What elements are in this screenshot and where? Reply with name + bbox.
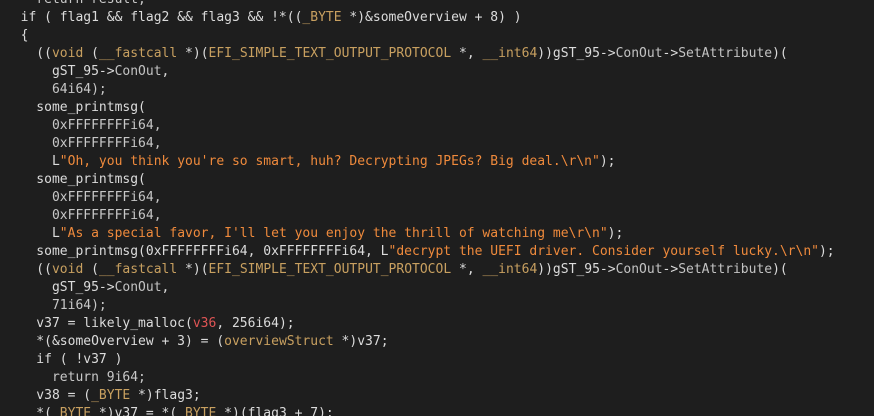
code-token: (( [5,262,52,277]
code-token: SetAttribute [678,46,773,61]
code-token: ); [607,226,624,241]
code-token: return result; [36,0,146,7]
code-line: L"As a special favor, I'll let you enjoy… [5,225,835,243]
code-token: , 256i64); [216,316,295,331]
code-lines: return result; if ( flag1 && flag2 && fl… [5,0,835,416]
code-token: L [5,154,60,169]
code-token: -> [662,262,679,277]
code-token: _BYTE [51,406,92,416]
code-line: ((void (__fastcall *)(EFI_SIMPLE_TEXT_OU… [5,45,835,63]
code-token: ConOut [114,64,162,79]
code-token: ( [83,262,99,277]
code-line: some_printmsg(0xFFFFFFFFi64, 0xFFFFFFFFi… [5,243,835,261]
code-token: )( [772,262,788,277]
code-token: some_printmsg( [5,172,146,187]
code-token: ConOut [615,46,663,61]
code-line: 0xFFFFFFFFi64, [5,117,835,135]
code-token: void [51,46,84,61]
code-token: some_printmsg(0xFFFFFFFFi64, 0xFFFFFFFFi… [5,244,389,259]
code-token: "decrypt the UEFI driver. Consider yours… [388,244,819,259]
code-token: 64i64); [5,82,107,97]
code-line: L"Oh, you think you're so smart, huh? De… [5,153,835,171]
code-token: 0xFFFFFFFFi64, [5,118,162,133]
code-token: if ( flag1 && flag2 && flag3 && !*(( [5,10,303,25]
code-token: { [5,28,29,43]
code-token: return 9i64; [5,370,146,385]
code-token: __int64 [482,262,538,277]
code-line: if ( flag1 && flag2 && flag3 && !*((_BYT… [5,9,835,27]
code-line: 0xFFFFFFFFi64, [5,135,835,153]
code-token: ); [599,154,616,169]
code-line: return 9i64; [5,369,835,387]
code-token: SetAttribute [678,262,773,277]
code-token: 0xFFFFFFFFi64, [5,136,162,151]
code-line: { [5,27,835,45]
code-token: , [161,64,170,79]
code-token: *)&someOverview + 8) ) [341,10,522,25]
code-token: some_printmsg( [5,100,146,115]
code-token: 0xFFFFFFFFi64, [5,190,162,205]
code-token: *)( [177,46,209,61]
code-token: "Oh, you think you're so smart, huh? Dec… [59,154,600,169]
code-line: 0xFFFFFFFFi64, [5,207,835,225]
code-line: if ( !v37 ) [5,351,835,369]
code-token: *)v37; [333,334,389,349]
code-token: __int64 [482,46,538,61]
code-token: if ( !v37 ) [5,352,123,367]
code-token: *( [5,406,52,416]
code-line: return result; [5,0,835,9]
code-token: EFI_SIMPLE_TEXT_OUTPUT_PROTOCOL [208,46,452,61]
code-token: __fastcall [98,262,178,277]
code-token: 0xFFFFFFFFi64, [5,208,162,223]
code-token: L [5,226,60,241]
code-line: 0xFFFFFFFFi64, [5,189,835,207]
code-line: *(&someOverview + 3) = (overviewStruct *… [5,333,835,351]
code-token: EFI_SIMPLE_TEXT_OUTPUT_PROTOCOL [208,262,452,277]
code-line: some_printmsg( [5,99,835,117]
code-token: 71i64); [5,298,107,313]
code-token: )( [772,46,788,61]
code-line: 71i64); [5,297,835,315]
code-line: some_printmsg( [5,171,835,189]
code-token: (( [5,46,52,61]
code-token: -> [662,46,679,61]
code-token: ConOut [615,262,663,277]
code-editor[interactable]: return result; if ( flag1 && flag2 && fl… [0,0,874,416]
code-token: v38 = ( [5,388,92,403]
code-token: *)( [177,262,209,277]
code-line: v37 = likely_malloc(v36, 256i64); [5,315,835,333]
code-token: *, [451,46,483,61]
code-token: *(&someOverview + 3) = ( [5,334,225,349]
code-token: *)flag3; [130,388,201,403]
code-line: v38 = (_BYTE *)flag3; [5,387,835,405]
code-token: *, [451,262,483,277]
code-token: *)(flag3 + 7); [216,406,334,416]
code-token: , [161,280,170,295]
code-line: gST_95->ConOut, [5,279,835,297]
code-token: gST_95-> [5,280,115,295]
code-token: v36 [192,316,217,331]
code-line: gST_95->ConOut, [5,63,835,81]
code-token: ))gST_95-> [537,262,616,277]
code-token: *)v37 = *( [91,406,178,416]
code-token: _BYTE [91,388,131,403]
code-token: ))gST_95-> [537,46,616,61]
code-token: ConOut [114,280,162,295]
code-token: gST_95-> [5,64,115,79]
code-token: v37 = likely_malloc( [5,316,193,331]
code-token: _BYTE [302,10,342,25]
code-token: _BYTE [177,406,217,416]
code-token: overviewStruct [224,334,334,349]
code-line: *(_BYTE *)v37 = *(_BYTE *)(flag3 + 7); [5,405,835,416]
code-token: void [51,262,84,277]
code-line: 64i64); [5,81,835,99]
code-line: ((void (__fastcall *)(EFI_SIMPLE_TEXT_OU… [5,261,835,279]
code-token: ); [818,244,835,259]
code-token: __fastcall [98,46,178,61]
code-token: "As a special favor, I'll let you enjoy … [59,226,608,241]
code-token: ( [83,46,99,61]
